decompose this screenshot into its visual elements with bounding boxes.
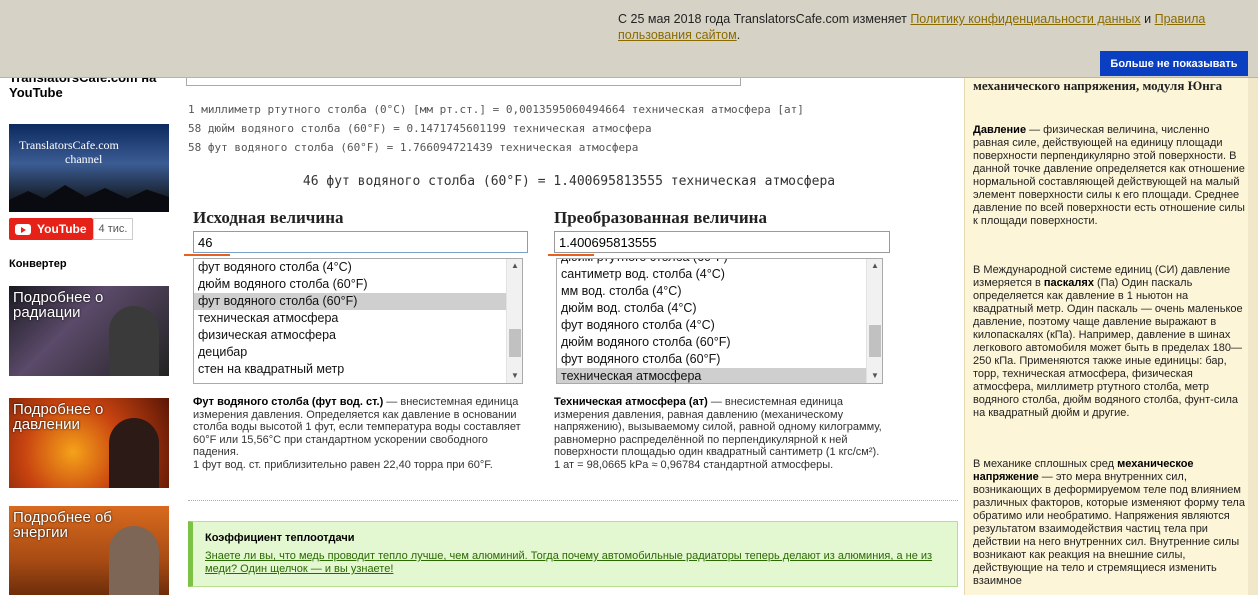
youtube-subscribe-button[interactable]: YouTube: [9, 218, 93, 240]
presenter-image: [109, 526, 159, 595]
history-line-2[interactable]: 58 дюйм водяного столба (60°F) = 0.14717…: [188, 122, 652, 135]
cookie-message: С 25 мая 2018 года TranslatorsCafe.com и…: [618, 11, 1238, 43]
cookie-text-end: .: [736, 28, 741, 42]
presenter-image: [109, 418, 159, 488]
article-paragraph-3: В механике сплошных сред механическое на…: [973, 458, 1245, 588]
presenter-image: [109, 306, 159, 376]
left-sidebar: TranslatorsCafe.com на YouTube Translato…: [0, 0, 178, 595]
target-unit-option[interactable]: техническая атмосфера: [557, 368, 882, 383]
target-value-input[interactable]: [554, 231, 890, 253]
p1-bold: Давление: [973, 124, 1027, 136]
cookie-text-before: С 25 мая 2018 года TranslatorsCafe.com и…: [618, 12, 911, 26]
source-unit-option[interactable]: физическая атмосфера: [194, 327, 522, 344]
target-unit-option[interactable]: мм вод. столба (4°C): [557, 283, 882, 300]
cookie-text-and: и: [1140, 12, 1155, 26]
source-value-input[interactable]: [193, 231, 528, 253]
source-title: Исходная величина: [193, 208, 344, 227]
converter-main: 1 миллиметр ртутного столба (0°C) [мм рт…: [178, 0, 960, 595]
scroll-up-icon[interactable]: ▲: [507, 259, 522, 273]
source-unit-option[interactable]: децибар: [194, 344, 522, 361]
privacy-policy-link[interactable]: Политику конфиденциальности данных: [910, 12, 1140, 26]
promo-energy-video[interactable]: Подробнее об энергии: [9, 506, 169, 595]
source-unit-option[interactable]: дюйм водяного столба (60°F): [194, 276, 522, 293]
target-unit-list[interactable]: дюйм ртутного столба (60°F)сантиметр вод…: [556, 258, 883, 384]
cookie-banner: С 25 мая 2018 года TranslatorsCafe.com и…: [0, 0, 1258, 78]
source-unit-description: Фут водяного столба (фут вод. ст.) — вне…: [193, 396, 528, 471]
source-unit-list[interactable]: фут водяного столба (4°C) дюйм водяного с…: [193, 258, 523, 384]
target-unit-option[interactable]: фут водяного столба (4°C): [557, 317, 882, 334]
tip-title: Коэффициент теплоотдачи: [205, 532, 355, 544]
thumb-line-2: channel: [65, 152, 103, 166]
converter-label: Конвертер: [9, 258, 67, 270]
promo-radiation-video[interactable]: Подробнее о радиации: [9, 286, 169, 376]
sidebar-scrollbar[interactable]: [1248, 60, 1258, 595]
youtube-channel-thumbnail[interactable]: TranslatorsCafe.com channel: [9, 124, 169, 212]
target-unit-description: Техническая атмосфера (ат) — внесистемна…: [554, 396, 889, 471]
scroll-thumb[interactable]: [509, 329, 521, 357]
article-heading: механического напряжения, модуля Юнга: [973, 78, 1223, 93]
target-unit-option[interactable]: дюйм вод. столба (4°C): [557, 300, 882, 317]
conversion-result: 46 фут водяного столба (60°F) = 1.400695…: [302, 174, 836, 189]
source-desc-text-2: 1 фут вод. ст. приблизительно равен 22,4…: [193, 458, 493, 471]
source-desc-bold: Фут водяного столба (фут вод. ст.): [193, 396, 384, 408]
tip-link[interactable]: Знаете ли вы, что медь проводит тепло лу…: [205, 550, 945, 576]
target-desc-bold: Техническая атмосфера (ат): [554, 396, 708, 408]
history-line-1[interactable]: 1 миллиметр ртутного столба (0°C) [мм рт…: [188, 103, 804, 116]
source-accent-line: [184, 254, 230, 256]
source-unit-option[interactable]: стен на квадратный метр: [194, 361, 522, 378]
target-accent-line: [548, 254, 594, 256]
target-title: Преобразованная величина: [554, 208, 767, 227]
target-unit-option[interactable]: фут водяного столба (60°F): [557, 351, 882, 368]
subscriber-count: 4 тис.: [93, 218, 133, 240]
mountain-graphic: [9, 185, 169, 212]
p3-text-a: В механике сплошных сред: [973, 458, 1118, 470]
p3-text-b: — это мера внутренних сил, возникающих в…: [973, 471, 1245, 587]
tip-box: Коэффициент теплоотдачи Знаете ли вы, чт…: [188, 521, 958, 587]
target-unit-option[interactable]: дюйм ртутного столба (60°F): [557, 259, 882, 266]
target-desc-text-2: 1 ат = 98,0665 kPa ≈ 0,96784 стандартной…: [554, 458, 834, 471]
thumb-line-1: TranslatorsCafe.com: [19, 138, 119, 152]
p2-text-b: (Па) Один паскаль определяется как давле…: [973, 277, 1243, 419]
article-paragraph-1: Давление — физическая величина, численно…: [973, 124, 1245, 228]
target-unit-option[interactable]: дюйм водяного столба (60°F): [557, 334, 882, 351]
source-unit-option[interactable]: техническая атмосфера: [194, 310, 522, 327]
source-list-scrollbar[interactable]: ▲ ▼: [506, 259, 522, 383]
info-sidebar: механического напряжения, модуля Юнга Да…: [964, 0, 1258, 595]
promo-pressure-video[interactable]: Подробнее о давлении: [9, 398, 169, 488]
scroll-thumb[interactable]: [869, 325, 881, 357]
source-unit-option[interactable]: фут водяного столба (4°C): [194, 259, 522, 276]
youtube-play-icon: [15, 223, 31, 235]
p2-bold: паскалях: [1043, 277, 1094, 289]
article-paragraph-2: В Международной системе единиц (СИ) давл…: [973, 264, 1245, 420]
target-list-scrollbar[interactable]: ▲ ▼: [866, 259, 882, 383]
scroll-down-icon[interactable]: ▼: [867, 369, 882, 383]
divider: [188, 500, 958, 501]
scroll-up-icon[interactable]: ▲: [867, 259, 882, 273]
target-unit-option[interactable]: сантиметр вод. столба (4°C): [557, 266, 882, 283]
dismiss-banner-button[interactable]: Больше не показывать: [1100, 51, 1248, 76]
source-unit-option[interactable]: фут водяного столба (60°F): [194, 293, 522, 310]
p1-text: — физическая величина, численно равная с…: [973, 124, 1245, 227]
youtube-button-label: YouTube: [37, 222, 87, 236]
scroll-down-icon[interactable]: ▼: [507, 369, 522, 383]
history-line-3[interactable]: 58 фут водяного столба (60°F) = 1.766094…: [188, 141, 638, 154]
